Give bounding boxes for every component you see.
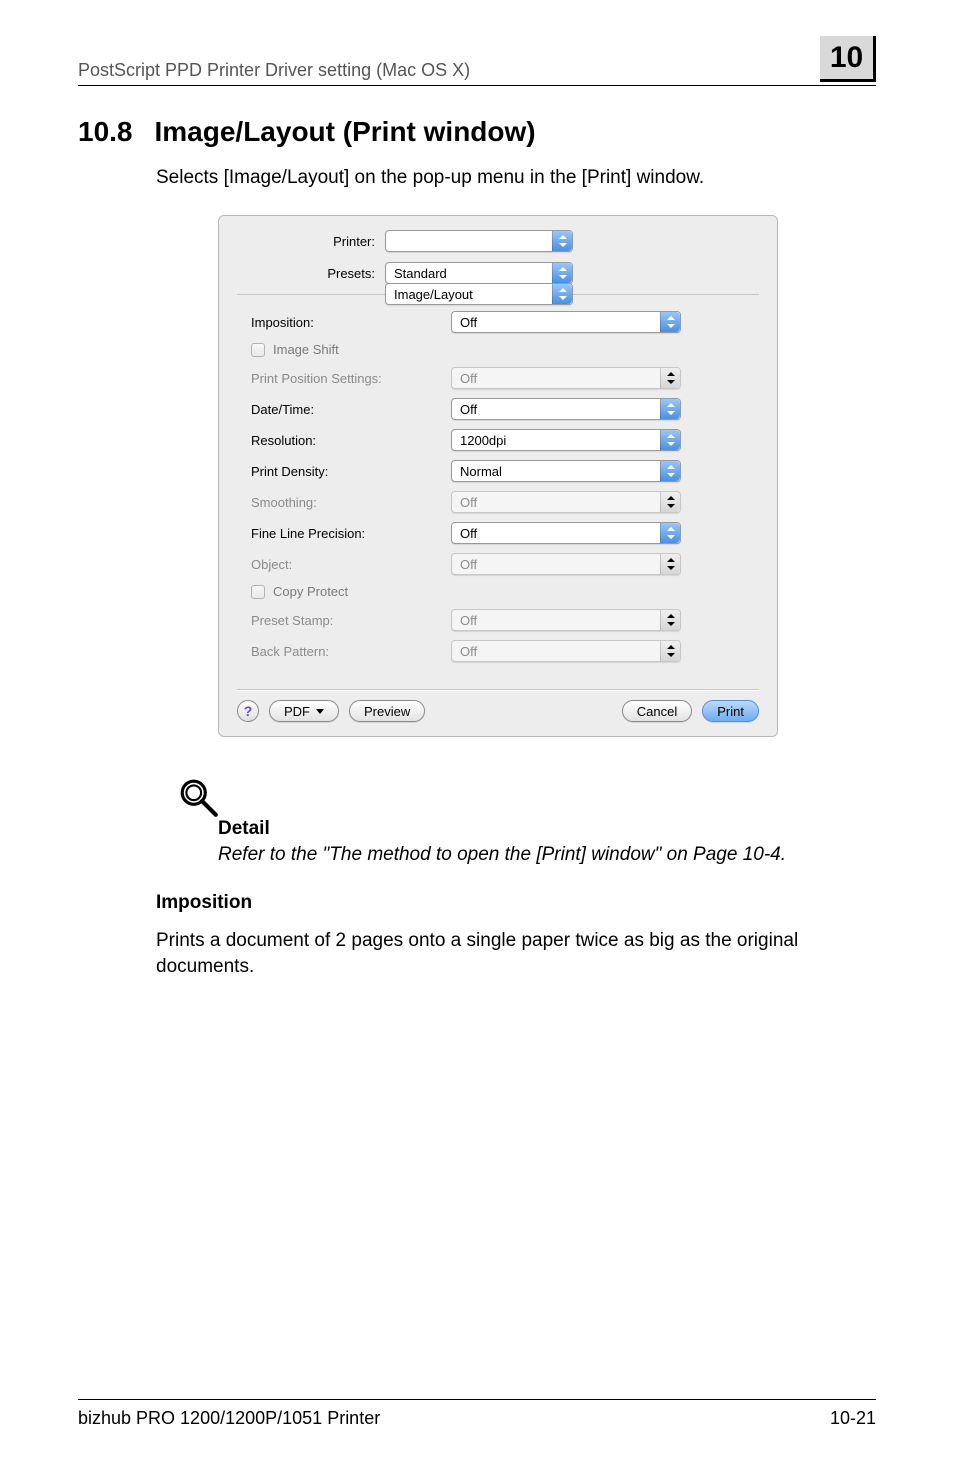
image-shift-checkbox-row[interactable]: Image Shift	[251, 342, 745, 357]
imposition-value: Off	[460, 315, 477, 330]
chapter-number: 10	[830, 41, 863, 75]
object-value: Off	[460, 557, 477, 572]
object-popup: Off	[451, 553, 681, 575]
panel-value: Image/Layout	[394, 287, 473, 302]
chevron-down-icon	[316, 709, 324, 714]
presets-popup[interactable]: Standard	[385, 262, 573, 284]
imposition-popup[interactable]: Off	[451, 311, 681, 333]
copy-protect-label: Copy Protect	[273, 584, 348, 599]
chapter-number-box: 10	[820, 36, 876, 82]
divider	[237, 689, 759, 690]
running-header-text: PostScript PPD Printer Driver setting (M…	[78, 60, 470, 81]
preset-stamp-popup: Off	[451, 609, 681, 631]
help-button[interactable]: ?	[237, 700, 259, 722]
date-time-label: Date/Time:	[251, 402, 451, 417]
cancel-button-label: Cancel	[637, 704, 677, 719]
imposition-heading: Imposition	[156, 892, 876, 914]
help-icon: ?	[244, 703, 253, 719]
date-time-value: Off	[460, 402, 477, 417]
print-density-popup[interactable]: Normal	[451, 460, 681, 482]
cancel-button[interactable]: Cancel	[622, 700, 692, 722]
print-position-label: Print Position Settings:	[251, 371, 451, 386]
image-shift-label: Image Shift	[273, 342, 339, 357]
back-pattern-popup: Off	[451, 640, 681, 662]
back-pattern-label: Back Pattern:	[251, 644, 451, 659]
print-button[interactable]: Print	[702, 700, 759, 722]
resolution-popup[interactable]: 1200dpi	[451, 429, 681, 451]
footer-left: bizhub PRO 1200/1200P/1051 Printer	[78, 1408, 380, 1429]
print-position-value: Off	[460, 371, 477, 386]
print-dialog: Printer: Presets: Standard Image/Layout	[218, 215, 778, 737]
stepper-icon	[660, 641, 680, 661]
print-density-value: Normal	[460, 464, 502, 479]
stepper-icon	[660, 461, 680, 481]
stepper-icon	[660, 492, 680, 512]
checkbox-icon	[251, 585, 265, 599]
stepper-icon	[660, 399, 680, 419]
stepper-icon	[660, 312, 680, 332]
imposition-label: Imposition:	[251, 315, 451, 330]
preset-stamp-value: Off	[460, 613, 477, 628]
presets-label: Presets:	[237, 266, 385, 281]
stepper-icon	[552, 284, 572, 304]
stepper-icon	[660, 523, 680, 543]
magnifier-icon	[178, 777, 876, 824]
smoothing-popup: Off	[451, 491, 681, 513]
resolution-label: Resolution:	[251, 433, 451, 448]
footer-right: 10-21	[830, 1408, 876, 1429]
print-button-label: Print	[717, 704, 744, 719]
section-title: 10.8 Image/Layout (Print window)	[78, 116, 876, 148]
stepper-icon	[660, 430, 680, 450]
fine-line-popup[interactable]: Off	[451, 522, 681, 544]
stepper-icon	[660, 368, 680, 388]
print-position-popup: Off	[451, 367, 681, 389]
date-time-popup[interactable]: Off	[451, 398, 681, 420]
fine-line-value: Off	[460, 526, 477, 541]
imposition-body: Prints a document of 2 pages onto a sing…	[156, 928, 876, 979]
pdf-button-label: PDF	[284, 704, 310, 719]
printer-label: Printer:	[237, 234, 385, 249]
section-heading: Image/Layout (Print window)	[155, 116, 536, 147]
fine-line-label: Fine Line Precision:	[251, 526, 451, 541]
stepper-icon	[660, 554, 680, 574]
section-number: 10.8	[78, 116, 133, 148]
running-header: PostScript PPD Printer Driver setting (M…	[78, 60, 876, 86]
preview-button[interactable]: Preview	[349, 700, 425, 722]
back-pattern-value: Off	[460, 644, 477, 659]
preset-stamp-label: Preset Stamp:	[251, 613, 451, 628]
checkbox-icon	[251, 343, 265, 357]
copy-protect-checkbox-row[interactable]: Copy Protect	[251, 584, 745, 599]
detail-text: Refer to the "The method to open the [Pr…	[218, 844, 876, 866]
pdf-menu-button[interactable]: PDF	[269, 700, 339, 722]
smoothing-value: Off	[460, 495, 477, 510]
page-footer: bizhub PRO 1200/1200P/1051 Printer 10-21	[78, 1399, 876, 1429]
printer-popup[interactable]	[385, 230, 573, 252]
stepper-icon	[660, 610, 680, 630]
stepper-icon	[552, 231, 572, 251]
panel-popup[interactable]: Image/Layout	[385, 283, 573, 305]
preview-button-label: Preview	[364, 704, 410, 719]
resolution-value: 1200dpi	[460, 433, 506, 448]
stepper-icon	[552, 263, 572, 283]
detail-heading: Detail	[218, 818, 876, 840]
presets-value: Standard	[394, 266, 447, 281]
print-density-label: Print Density:	[251, 464, 451, 479]
smoothing-label: Smoothing:	[251, 495, 451, 510]
object-label: Object:	[251, 557, 451, 572]
intro-paragraph: Selects [Image/Layout] on the pop-up men…	[156, 167, 876, 189]
